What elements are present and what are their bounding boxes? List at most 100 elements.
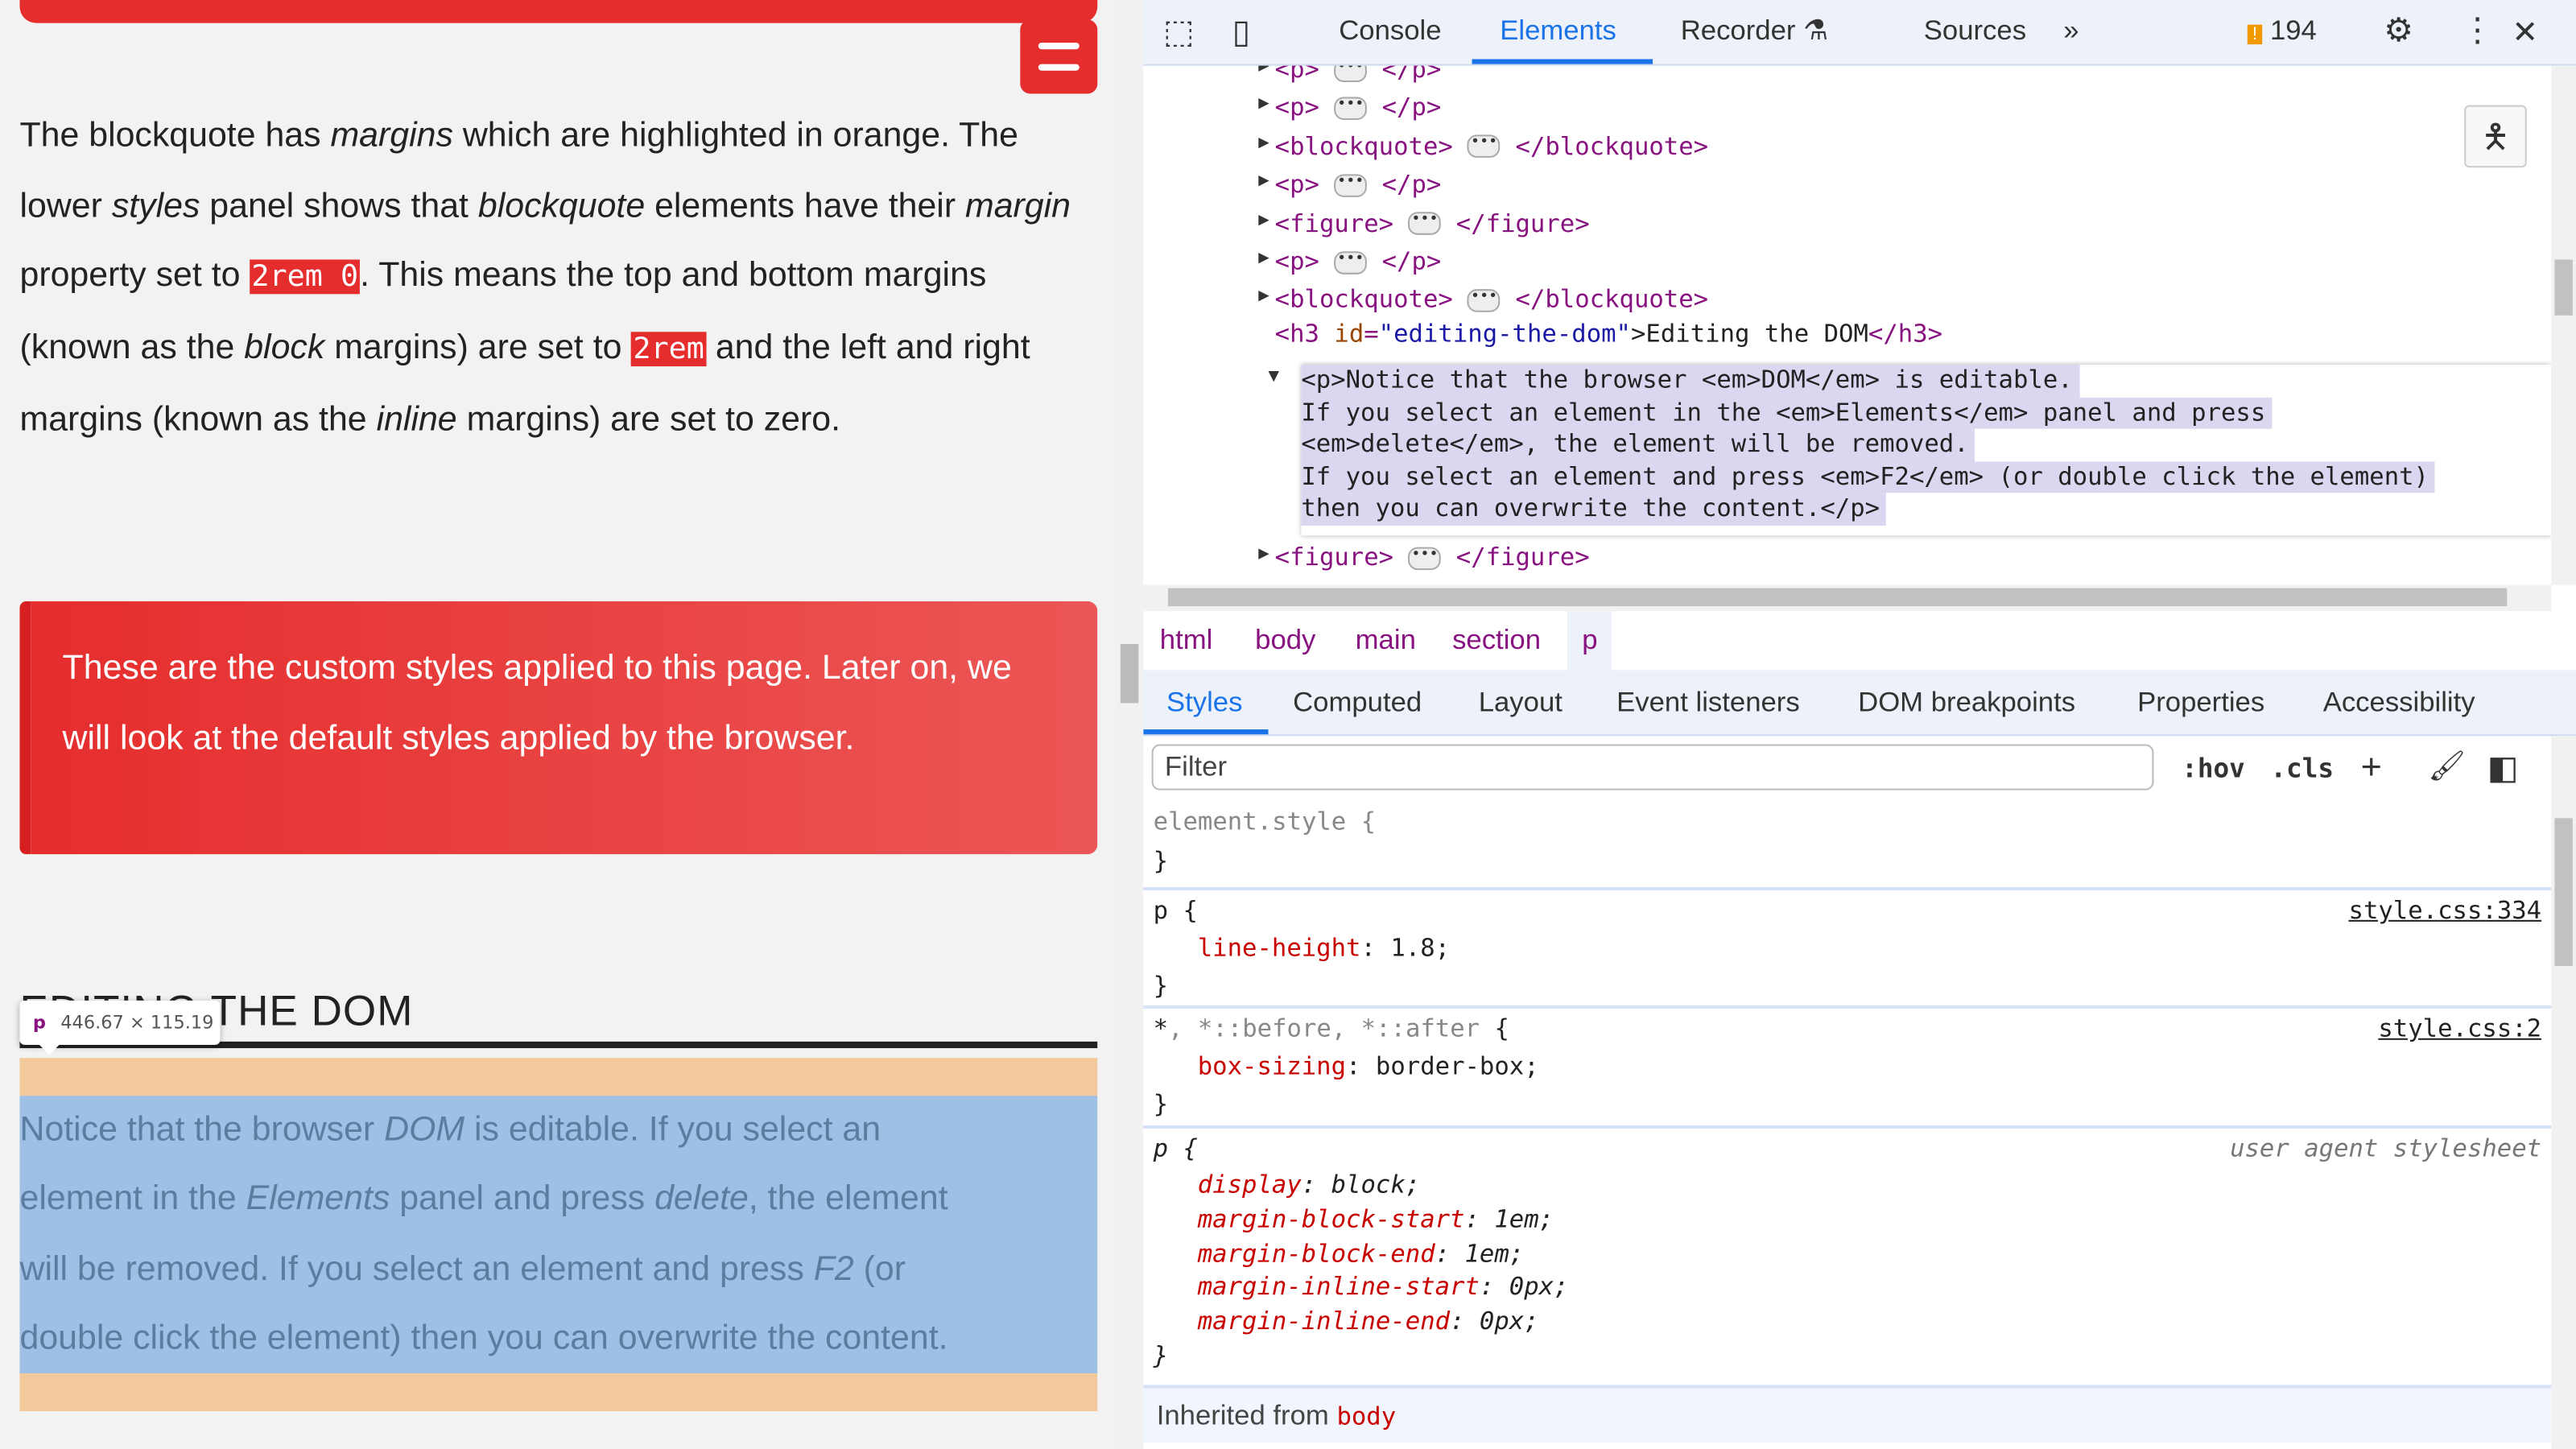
dom-node-h3[interactable]: <h3 id="editing-the-dom">Editing the DOM… (1275, 319, 1942, 349)
declaration: margin-block-start: 1em; (1197, 1203, 1554, 1234)
breadcrumb-main[interactable]: main (1356, 625, 1416, 658)
breadcrumb-section[interactable]: section (1452, 625, 1541, 658)
breadcrumb-html[interactable]: html (1160, 625, 1213, 658)
rule-selector[interactable]: element.style { (1154, 807, 1376, 836)
menu-button[interactable] (1020, 19, 1098, 94)
expand-triangle-icon[interactable]: ▶ (1258, 66, 1269, 76)
dom-close-tag: </h3> (1868, 318, 1943, 349)
dom-scrollbar[interactable] (2551, 65, 2576, 585)
breadcrumb-body[interactable]: body (1255, 625, 1315, 658)
settings-gear-icon[interactable]: ⚙ (2384, 10, 2413, 51)
issues-count: 194 (2269, 14, 2317, 47)
collapsed-content-ellipsis[interactable]: ••• (1334, 173, 1368, 197)
highlighted-emphasis: Elements (246, 1179, 390, 1218)
tab-accessibility[interactable]: Accessibility (2323, 687, 2475, 720)
cls-toggle[interactable]: .cls (2270, 753, 2334, 784)
attr-value: "editing-the-dom" (1378, 318, 1632, 349)
collapsed-content-ellipsis[interactable]: ••• (1334, 250, 1368, 274)
dom-node[interactable]: ▶<p> ••• </p> (1258, 93, 1442, 122)
property-name[interactable]: display (1198, 1170, 1302, 1199)
styles-filter-input[interactable]: Filter (1151, 744, 2154, 791)
property-name[interactable]: margin-block-end (1198, 1238, 1435, 1268)
property-value[interactable]: 1em; (1480, 1203, 1554, 1233)
element-tooltip: p 446.67 × 115.19 (19, 1000, 221, 1055)
dom-node[interactable]: ▶ <blockquote> ••• </blockquote> (1258, 130, 1708, 161)
paragraph-emphasis: margins (330, 116, 453, 155)
tab-sources[interactable]: Sources (1924, 14, 2026, 47)
dom-node[interactable]: ▶ <blockquote> ••• </blockquote> (1258, 285, 1708, 315)
tab-elements[interactable]: Elements (1500, 14, 1616, 47)
inherited-from-section: Inherited from body (1143, 1388, 2552, 1443)
dom-close-tag: </figure> (1455, 542, 1590, 572)
collapse-triangle-icon[interactable]: ▼ (1268, 365, 1279, 386)
breadcrumb-p[interactable]: p (1567, 611, 1612, 671)
source-link[interactable]: style.css:334 (2349, 895, 2542, 925)
accessibility-tree-toggle-icon[interactable]: 🯅 (2464, 105, 2527, 168)
dom-open-tag: <h3 (1274, 318, 1335, 349)
more-tabs-icon[interactable]: » (2063, 14, 2079, 47)
expand-triangle-icon[interactable]: ▶ (1258, 285, 1269, 307)
dom-open-tag: <blockquote> (1274, 130, 1453, 161)
expand-triangle-icon[interactable]: ▶ (1258, 542, 1269, 564)
selected-dom-node[interactable]: <p>Notice that the browser <em>DOM</em> … (1301, 365, 2552, 536)
property-name[interactable]: line-height (1198, 933, 1361, 963)
expand-triangle-icon[interactable]: ▶ (1258, 93, 1269, 114)
hov-toggle[interactable]: :hov (2182, 753, 2245, 784)
dom-node[interactable]: ▶ <figure> ••• </figure> (1258, 208, 1589, 237)
paragraph-emphasis: block (244, 328, 325, 367)
rule-user-agent-p: p { user agent stylesheet } display: blo… (1143, 1129, 2552, 1389)
tab-event-listeners[interactable]: Event listeners (1616, 687, 1800, 720)
dom-close-tag: </p> (1381, 93, 1442, 122)
property-value[interactable]: 0px; (1494, 1272, 1569, 1302)
tab-computed[interactable]: Computed (1293, 687, 1422, 720)
property-name[interactable]: margin-inline-end (1198, 1307, 1450, 1336)
source-link[interactable]: style.css:2 (2378, 1013, 2541, 1043)
collapsed-content-ellipsis[interactable]: ••• (1334, 65, 1368, 82)
expand-triangle-icon[interactable]: ▶ (1258, 246, 1269, 268)
tab-dom-breakpoints[interactable]: DOM breakpoints (1858, 687, 2075, 720)
expand-triangle-icon[interactable]: ▶ (1258, 208, 1269, 229)
new-style-rule-icon[interactable]: + (2361, 746, 2382, 789)
expand-triangle-icon[interactable]: ▶ (1258, 170, 1269, 192)
tab-properties[interactable]: Properties (2137, 687, 2264, 720)
issues-button[interactable]: ! 194 (2247, 14, 2317, 47)
property-value[interactable]: border-box; (1360, 1051, 1539, 1081)
property-value[interactable]: 1.8; (1376, 933, 1450, 963)
dom-node[interactable]: ▶<p> ••• </p> (1258, 246, 1441, 276)
dom-node[interactable]: ▶ <figure> ••• </figure> (1258, 542, 1590, 572)
tab-console[interactable]: Console (1339, 14, 1441, 47)
inspect-element-icon[interactable]: ⬚ (1163, 11, 1195, 52)
property-value[interactable]: block; (1316, 1170, 1421, 1199)
dom-node[interactable]: ▶<p> ••• </p> (1258, 65, 1441, 84)
dom-horizontal-scrollbar[interactable] (1143, 584, 2552, 612)
rule-close-brace: } (1153, 846, 1169, 876)
inherited-tag-link[interactable]: body (1336, 1402, 1396, 1431)
collapsed-content-ellipsis[interactable]: ••• (1334, 97, 1368, 120)
declaration: margin-inline-start: 0px; (1197, 1272, 1569, 1302)
device-toolbar-icon[interactable]: ▯ (1232, 11, 1250, 52)
page-scrollbar[interactable] (1117, 0, 1144, 1449)
property-value[interactable]: 0px; (1465, 1307, 1539, 1336)
property-name[interactable]: margin-inline-start (1198, 1272, 1480, 1302)
dom-node[interactable]: ▶<p> ••• </p> (1258, 170, 1441, 200)
collapsed-content-ellipsis[interactable]: ••• (1468, 134, 1501, 159)
collapsed-content-ellipsis[interactable]: ••• (1408, 212, 1442, 236)
tab-recorder[interactable]: Recorder ⚗ (1681, 14, 1828, 47)
paragraph-text: property set to (19, 257, 250, 295)
tab-layout[interactable]: Layout (1479, 687, 1563, 720)
collapsed-content-ellipsis[interactable]: ••• (1408, 546, 1442, 570)
close-icon[interactable]: ✕ (2512, 14, 2537, 52)
collapsed-content-ellipsis[interactable]: ••• (1468, 288, 1501, 312)
more-options-icon[interactable]: ⋮ (2461, 10, 2494, 51)
tab-styles[interactable]: Styles (1166, 687, 1242, 720)
tooltip-size: 446.67 × 115.19 (60, 1012, 214, 1034)
highlighted-text: will be removed. If you select an elemen… (19, 1249, 814, 1288)
styles-scrollbar[interactable] (2551, 736, 2576, 1449)
property-name[interactable]: margin-block-start (1198, 1203, 1465, 1233)
property-value[interactable]: 1em; (1450, 1238, 1524, 1268)
highlighted-line: double click the element) then you can o… (19, 1304, 1097, 1373)
toggle-sidebar-icon[interactable]: ◧ (2487, 748, 2519, 789)
property-name[interactable]: box-sizing (1198, 1051, 1346, 1081)
paint-brush-icon[interactable]: 🖌 (2428, 749, 2466, 784)
expand-triangle-icon[interactable]: ▶ (1258, 131, 1269, 153)
